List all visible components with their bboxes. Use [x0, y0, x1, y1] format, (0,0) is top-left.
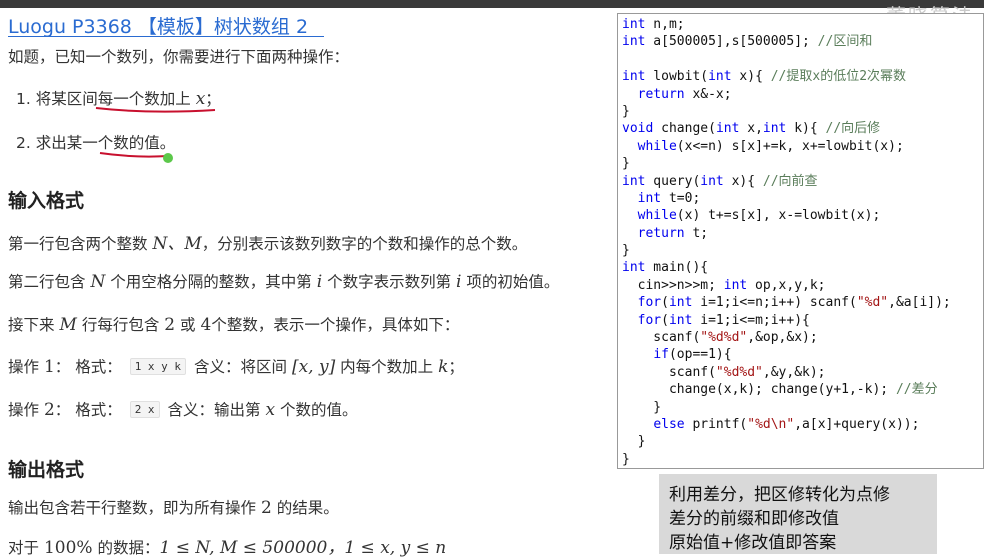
code-line: for(int i=1;i<=m;i++){ [637, 312, 810, 328]
code-line: } [622, 434, 646, 450]
red-underline-1 [95, 107, 216, 113]
code-line: } [622, 243, 630, 259]
pointer-dot [163, 153, 173, 163]
code-line: void change(int x,int k){ //向后修 [622, 121, 881, 137]
code-line: } [622, 451, 630, 467]
code-line: for(int i=1;i<=n;i++) scanf("%d",&a[i]); [637, 295, 951, 311]
note-line-2: 差分的前缀和即修改值 [669, 509, 839, 529]
code-line: } [622, 156, 630, 172]
code-line: int t=0; [637, 190, 701, 206]
code-panel: int n,m; int a[500005],s[500005]; //区间和 i… [617, 13, 984, 469]
code-lines: int n,m; int a[500005],s[500005]; //区间和 i… [622, 16, 983, 468]
note-box: 利用差分，把区修转化为点修 差分的前缀和即修改值 原始值+修改值即答案 [659, 474, 937, 554]
note-line-1: 利用差分，把区修转化为点修 [669, 485, 890, 505]
code-line: int main(){ [622, 260, 709, 276]
code-line: scanf("%d%d",&op,&x); [622, 330, 818, 346]
code-line: } [622, 103, 630, 119]
code-line: if(op==1){ [653, 347, 732, 363]
red-underline-2 [99, 152, 169, 158]
code-line: return x&-x; [637, 86, 732, 102]
code-line: int a[500005],s[500005]; //区间和 [622, 34, 873, 50]
code-line: cin>>n>>m; int op,x,y,k; [622, 277, 826, 293]
code-line: int query(int x){ //向前查 [622, 173, 818, 189]
code-line: else printf("%d\n",a[x]+query(x)); [653, 416, 920, 432]
code-line: while(x<=n) s[x]+=k, x+=lowbit(x); [637, 138, 904, 154]
code-line: int n,m; [622, 17, 685, 32]
code-line: } [622, 399, 662, 415]
code-line: change(x,k); change(y+1,-k); //差分 [622, 382, 938, 398]
code-line: scanf("%d%d",&y,&k); [622, 364, 826, 380]
note-line-3: 原始值+修改值即答案 [669, 533, 837, 553]
code-line: while(x) t+=s[x], x-=lowbit(x); [637, 208, 881, 224]
code-line: return t; [637, 225, 709, 241]
code-line: int lowbit(int x){ //提取x的低位2次幂数 [622, 69, 907, 85]
